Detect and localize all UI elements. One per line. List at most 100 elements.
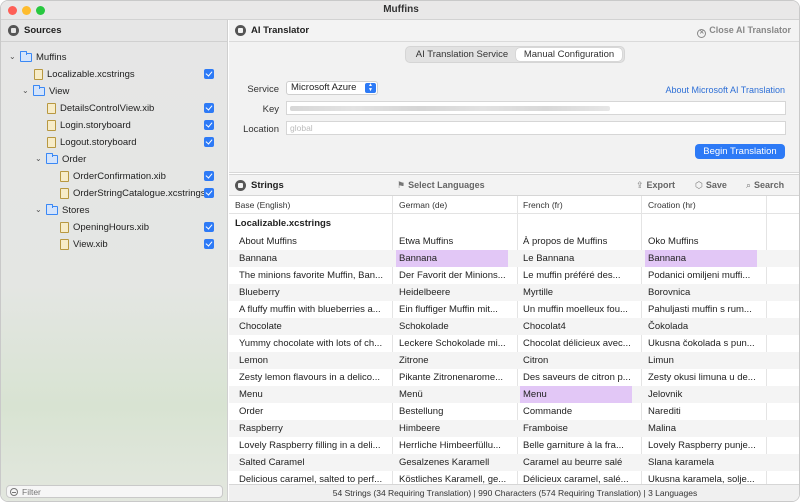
tab-ai-translation-service[interactable]: AI Translation Service (409, 48, 515, 61)
table-row[interactable]: Chocolate Schokolade Chocolat4 Čokolada (229, 318, 799, 335)
table-row[interactable]: A fluffy muffin with blueberries a... Ein… (229, 301, 799, 318)
table-cell[interactable]: Myrtille (523, 284, 635, 301)
table-cell[interactable]: Heidelbeere (399, 284, 511, 301)
table-row[interactable]: Bannana Bannana Le Bannana Bannana (229, 250, 799, 267)
table-cell[interactable]: Schokolade (399, 318, 511, 335)
sidebar-folder[interactable]: ⌄ View (1, 83, 228, 100)
table-row[interactable]: The minions favorite Muffin, Ban... Der F… (229, 267, 799, 284)
table-cell[interactable]: Leckere Schokolade mi... (399, 335, 511, 352)
table-cell[interactable]: Narediti (648, 403, 760, 420)
include-checkbox[interactable] (204, 171, 214, 181)
sidebar-file[interactable]: DetailsControlView.xib (1, 100, 228, 117)
table-cell[interactable]: About Muffins (239, 233, 389, 250)
table-cell[interactable]: Borovnica (648, 284, 760, 301)
table-cell[interactable]: Herrliche Himbeerfüllu... (399, 437, 511, 454)
table-cell[interactable]: Himbeere (399, 420, 511, 437)
export-button[interactable]: ⇪ Export (636, 180, 675, 191)
table-cell[interactable]: Blueberry (239, 284, 389, 301)
service-select[interactable]: Microsoft Azure ▲ ▼ (286, 81, 378, 95)
table-row[interactable]: Order Bestellung Commande Narediti (229, 403, 799, 420)
table-cell[interactable]: Gesalzenes Karamell (399, 454, 511, 471)
table-cell[interactable]: Menu (239, 386, 389, 403)
table-cell[interactable]: Bannana (396, 250, 508, 267)
table-cell[interactable]: À propos de Muffins (523, 233, 635, 250)
include-checkbox[interactable] (204, 239, 214, 249)
column-header-german[interactable]: German (de) (399, 200, 447, 210)
table-cell[interactable]: Lovely Raspberry filling in a deli... (239, 437, 389, 454)
filter-input[interactable] (22, 486, 217, 497)
table-row[interactable]: Raspberry Himbeere Framboise Malina (229, 420, 799, 437)
sidebar-file[interactable]: View.xib (1, 236, 228, 253)
table-cell[interactable]: Lovely Raspberry punje... (648, 437, 760, 454)
sidebar-file[interactable]: Login.storyboard (1, 117, 228, 134)
table-cell[interactable]: Der Favorit der Minions... (399, 267, 511, 284)
table-cell[interactable]: Commande (523, 403, 635, 420)
table-cell[interactable]: Des saveurs de citron p... (523, 369, 635, 386)
chevron-down-icon[interactable]: ⌄ (9, 52, 16, 61)
table-cell[interactable]: Chocolat4 (523, 318, 635, 335)
column-header-french[interactable]: French (fr) (523, 200, 563, 210)
table-row[interactable]: About Muffins Etwa Muffins À propos de Muf… (229, 233, 799, 250)
sidebar-folder[interactable]: ⌄ Order (1, 151, 228, 168)
table-cell[interactable]: Citron (523, 352, 635, 369)
table-cell[interactable]: Le Bannana (523, 250, 635, 267)
table-cell[interactable]: Belle garniture à la fra... (523, 437, 635, 454)
chevron-down-icon[interactable]: ⌄ (35, 154, 42, 163)
include-checkbox[interactable] (204, 120, 214, 130)
table-row[interactable]: Lemon Zitrone Citron Limun (229, 352, 799, 369)
table-cell[interactable]: Pikante Zitronenarome... (399, 369, 511, 386)
table-row[interactable]: Lovely Raspberry filling in a deli... Her… (229, 437, 799, 454)
table-cell[interactable]: Bannana (239, 250, 389, 267)
location-field[interactable]: global (286, 121, 786, 135)
save-button[interactable]: ⬡ Save (695, 180, 727, 191)
table-cell[interactable]: Menu (520, 386, 632, 403)
table-cell[interactable]: Caramel au beurre salé (523, 454, 635, 471)
table-cell[interactable]: Zesty lemon flavours in a delico... (239, 369, 389, 386)
table-cell[interactable]: A fluffy muffin with blueberries a... (239, 301, 389, 318)
table-cell[interactable]: Chocolate (239, 318, 389, 335)
about-microsoft-ai-link[interactable]: About Microsoft AI Translation (665, 85, 785, 95)
table-cell[interactable]: Lemon (239, 352, 389, 369)
table-cell[interactable]: Čokolada (648, 318, 760, 335)
select-languages-button[interactable]: ⚑ Select Languages (397, 180, 485, 191)
table-cell[interactable]: Un muffin moelleux fou... (523, 301, 635, 318)
include-checkbox[interactable] (204, 137, 214, 147)
table-cell[interactable]: Ein fluffiger Muffin mit... (399, 301, 511, 318)
column-header-croatian[interactable]: Croation (hr) (648, 200, 696, 210)
tab-manual-configuration[interactable]: Manual Configuration (516, 48, 622, 61)
sidebar-file[interactable]: Logout.storyboard (1, 134, 228, 151)
table-cell[interactable]: Salted Caramel (239, 454, 389, 471)
table-row[interactable]: Salted Caramel Gesalzenes Karamell Caramel… (229, 454, 799, 471)
sidebar-folder[interactable]: ⌄ Stores (1, 202, 228, 219)
sidebar-folder[interactable]: ⌄ Muffins (1, 49, 228, 66)
sidebar-file[interactable]: OpeningHours.xib (1, 219, 228, 236)
table-row[interactable]: Yummy chocolate with lots of ch... Lecker… (229, 335, 799, 352)
table-cell[interactable]: Malina (648, 420, 760, 437)
table-cell[interactable]: Jelovnik (648, 386, 760, 403)
key-field[interactable] (286, 101, 786, 115)
table-cell[interactable]: Menü (399, 386, 511, 403)
include-checkbox[interactable] (204, 69, 214, 79)
table-cell[interactable]: Zesty okusi limuna u de... (648, 369, 760, 386)
sidebar-file[interactable]: Localizable.xcstrings (1, 66, 228, 83)
table-cell[interactable]: Pahuljasti muffin s rum... (648, 301, 760, 318)
table-cell[interactable]: Zitrone (399, 352, 511, 369)
table-cell[interactable]: The minions favorite Muffin, Ban... (239, 267, 389, 284)
table-cell[interactable]: Bannana (645, 250, 757, 267)
table-cell[interactable]: Raspberry (239, 420, 389, 437)
table-cell[interactable]: Yummy chocolate with lots of ch... (239, 335, 389, 352)
chevron-down-icon[interactable]: ⌄ (35, 205, 42, 214)
table-cell[interactable]: Order (239, 403, 389, 420)
table-cell[interactable]: Bestellung (399, 403, 511, 420)
column-header-base[interactable]: Base (English) (235, 200, 290, 210)
table-cell[interactable]: Ukusna čokolada s pun... (648, 335, 760, 352)
close-ai-translator-button[interactable]: ✕ Close AI Translator (697, 25, 791, 38)
table-cell[interactable]: Le muffin préféré des... (523, 267, 635, 284)
include-checkbox[interactable] (204, 103, 214, 113)
table-cell[interactable]: Slana karamela (648, 454, 760, 471)
begin-translation-button[interactable]: Begin Translation (695, 144, 785, 159)
table-cell[interactable]: Chocolat délicieux avec... (523, 335, 635, 352)
filter-field[interactable] (6, 485, 223, 498)
search-button[interactable]: ⌕ Search (746, 180, 784, 191)
include-checkbox[interactable] (204, 188, 214, 198)
